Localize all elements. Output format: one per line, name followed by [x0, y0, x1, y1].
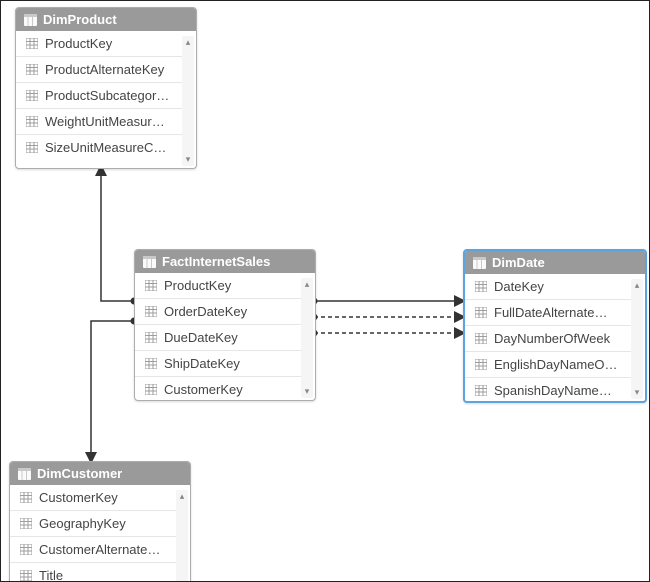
table-column[interactable]: SizeUnitMeasureC… [16, 134, 182, 160]
column-icon [145, 384, 157, 395]
table-column[interactable]: DueDateKey [135, 324, 301, 350]
scrollbar[interactable]: ▴▾ [631, 279, 643, 399]
column-list: CustomerKey GeographyKey CustomerAlterna… [10, 485, 190, 582]
column-name: DateKey [494, 279, 623, 294]
scroll-down-icon[interactable]: ▾ [635, 388, 640, 397]
column-name: FullDateAlternate… [494, 305, 623, 320]
column-icon [145, 332, 157, 343]
table-title: FactInternetSales [162, 254, 270, 269]
column-icon [145, 280, 157, 291]
column-name: DayNumberOfWeek [494, 331, 623, 346]
column-icon [26, 38, 38, 49]
column-icon [20, 544, 32, 555]
table-column[interactable]: ProductAlternateKey [16, 56, 182, 82]
column-name: GeographyKey [39, 516, 168, 531]
column-icon [26, 90, 38, 101]
table-icon [143, 256, 156, 268]
table-header[interactable]: DimDate [465, 251, 645, 274]
column-icon [475, 385, 487, 396]
scroll-down-icon[interactable]: ▾ [305, 387, 310, 396]
table-dimdate[interactable]: DimDate DateKey FullDateAlternate… DayNu… [463, 249, 647, 403]
column-icon [475, 307, 487, 318]
table-column[interactable]: CustomerKey [10, 485, 176, 510]
scrollbar[interactable]: ▴▾ [182, 36, 194, 166]
column-icon [475, 333, 487, 344]
column-name: ProductSubcategor… [45, 88, 174, 103]
table-title: DimCustomer [37, 466, 122, 481]
table-dimcustomer[interactable]: DimCustomer CustomerKey GeographyKey Cus… [9, 461, 191, 582]
table-factinternetsales[interactable]: FactInternetSales ProductKey OrderDateKe… [134, 249, 316, 401]
column-list: DateKey FullDateAlternate… DayNumberOfWe… [465, 274, 645, 398]
scroll-up-icon[interactable]: ▴ [180, 492, 185, 501]
column-name: ProductKey [164, 278, 293, 293]
scrollbar[interactable]: ▴▾ [301, 278, 313, 398]
table-header[interactable]: FactInternetSales [135, 250, 315, 273]
column-icon [20, 518, 32, 529]
table-icon [18, 468, 31, 480]
column-name: ShipDateKey [164, 356, 293, 371]
table-column[interactable]: Title [10, 562, 176, 582]
scrollbar[interactable]: ▴▾ [176, 490, 188, 582]
column-name: Title [39, 568, 168, 582]
column-name: CustomerKey [39, 490, 168, 505]
scroll-up-icon[interactable]: ▴ [635, 281, 640, 290]
table-title: DimProduct [43, 12, 117, 27]
scroll-down-icon[interactable]: ▾ [186, 155, 191, 164]
table-icon [473, 257, 486, 269]
table-column[interactable]: ProductKey [16, 31, 182, 56]
table-column[interactable]: ProductKey [135, 273, 301, 298]
table-column[interactable]: GeographyKey [10, 510, 176, 536]
column-icon [26, 116, 38, 127]
column-name: WeightUnitMeasur… [45, 114, 174, 129]
column-name: ProductKey [45, 36, 174, 51]
table-dimproduct[interactable]: DimProduct ProductKey ProductAlternateKe… [15, 7, 197, 169]
column-list: ProductKey OrderDateKey DueDateKey ShipD… [135, 273, 315, 397]
table-column[interactable]: SpanishDayName… [465, 377, 631, 398]
column-name: EnglishDayNameO… [494, 357, 623, 372]
table-title: DimDate [492, 255, 545, 270]
column-icon [475, 359, 487, 370]
table-column[interactable]: DayNumberOfWeek [465, 325, 631, 351]
column-name: OrderDateKey [164, 304, 293, 319]
scroll-up-icon[interactable]: ▴ [186, 38, 191, 47]
column-icon [145, 358, 157, 369]
column-icon [20, 492, 32, 503]
column-name: CustomerAlternate… [39, 542, 168, 557]
table-header[interactable]: DimCustomer [10, 462, 190, 485]
column-icon [26, 64, 38, 75]
column-name: ProductAlternateKey [45, 62, 174, 77]
column-icon [20, 570, 32, 581]
table-column[interactable]: ProductSubcategor… [16, 82, 182, 108]
column-name: SpanishDayName… [494, 383, 623, 398]
column-name: CustomerKey [164, 382, 293, 397]
table-column[interactable]: ShipDateKey [135, 350, 301, 376]
table-column[interactable]: OrderDateKey [135, 298, 301, 324]
table-icon [24, 14, 37, 26]
table-column[interactable]: DateKey [465, 274, 631, 299]
column-name: SizeUnitMeasureC… [45, 140, 174, 155]
column-icon [26, 142, 38, 153]
scroll-up-icon[interactable]: ▴ [305, 280, 310, 289]
table-column[interactable]: EnglishDayNameO… [465, 351, 631, 377]
table-column[interactable]: WeightUnitMeasur… [16, 108, 182, 134]
column-icon [475, 281, 487, 292]
table-column[interactable]: FullDateAlternate… [465, 299, 631, 325]
table-column[interactable]: CustomerAlternate… [10, 536, 176, 562]
table-header[interactable]: DimProduct [16, 8, 196, 31]
column-list: ProductKey ProductAlternateKey ProductSu… [16, 31, 196, 165]
column-name: DueDateKey [164, 330, 293, 345]
diagram-canvas[interactable]: DimProduct ProductKey ProductAlternateKe… [0, 0, 650, 582]
table-column[interactable]: CustomerKey [135, 376, 301, 397]
column-icon [145, 306, 157, 317]
